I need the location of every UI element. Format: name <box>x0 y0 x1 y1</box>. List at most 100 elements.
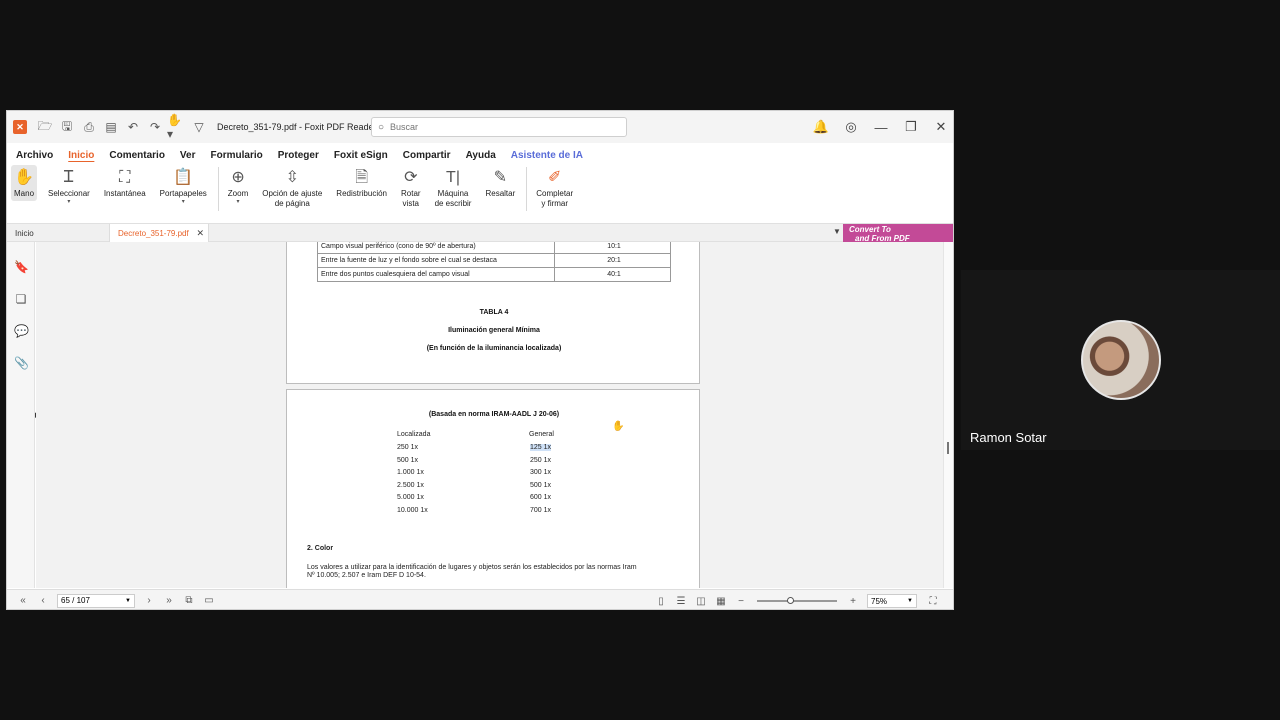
zoom-in-icon[interactable]: + <box>843 596 863 607</box>
print-icon[interactable]: ⎙ <box>79 117 99 137</box>
snapshot-icon: ⛶ <box>119 169 131 186</box>
single-page-icon[interactable]: ▯ <box>651 596 671 607</box>
minimize-icon[interactable]: — <box>867 117 895 137</box>
cell-general: 500 1x <box>530 482 552 489</box>
bookmark-icon[interactable]: 🔖 <box>14 260 29 274</box>
file-icon[interactable]: ▤ <box>101 117 121 137</box>
menu-formulario[interactable]: Formulario <box>211 150 263 161</box>
customize-dropdown-icon[interactable]: ▽ <box>189 117 209 137</box>
pdf-page: Campo visual periférico (cono de 90º de … <box>286 242 700 384</box>
account-icon[interactable]: ◎ <box>837 117 865 137</box>
zoom-slider[interactable] <box>757 597 837 604</box>
cell-general: 250 1x <box>530 457 552 464</box>
clipboard-button[interactable]: 📋 Portapapeles ▾ <box>157 165 210 207</box>
menu-asistente-ia[interactable]: Asistente de IA <box>511 150 583 161</box>
select-tool-button[interactable]: Ꮖ Seleccionar ▾ <box>45 165 93 207</box>
table-row: Campo visual periférico (cono de 90º de … <box>317 242 671 254</box>
hand-cursor-icon: ✋ <box>612 421 625 432</box>
save-icon[interactable]: 🖫 <box>57 117 77 137</box>
window-controls: 🔔 ◎ — ❐ ✕ <box>805 111 953 143</box>
tab-list-dropdown-icon[interactable]: ▼ <box>833 227 841 236</box>
search-box[interactable]: ○ <box>371 117 627 137</box>
page-fit-button[interactable]: ⇳ Opción de ajuste de página <box>259 165 325 211</box>
col-general: General <box>529 431 554 438</box>
undo-icon[interactable]: ↶ <box>123 117 143 137</box>
restore-icon[interactable]: ❐ <box>897 117 925 137</box>
menu-bar: Archivo Inicio Comentario Ver Formulario… <box>7 147 598 163</box>
reflow-button[interactable]: 🗎 Redistribución <box>333 165 390 201</box>
text-select-icon: Ꮖ <box>63 169 75 186</box>
fullscreen-icon[interactable]: ⛶ <box>923 596 943 607</box>
tabla-title: TABLA 4 <box>479 309 509 316</box>
table-row: Entre la fuente de luz y el fondo sobre … <box>317 253 671 268</box>
hand-tool-icon[interactable]: ✋▾ <box>167 113 187 141</box>
basis-note: (Basada en norma IRAM-AADL J 20-06) <box>428 411 560 418</box>
first-page-icon[interactable]: « <box>13 595 33 606</box>
zoom-icon: ⊕ <box>231 169 245 186</box>
convert-pdf-banner[interactable]: Convert To and From PDF <box>843 224 953 244</box>
cell-general: 125 1x <box>530 444 552 451</box>
participant-avatar <box>1081 320 1161 400</box>
cell-localizada: 250 1x <box>397 444 419 451</box>
menu-comentario[interactable]: Comentario <box>109 150 165 161</box>
search-icon: ○ <box>378 121 385 133</box>
pdf-page: (Basada en norma IRAM-AADL J 20-06) Loca… <box>286 389 700 588</box>
insert-page-icon[interactable]: ▭ <box>199 595 219 606</box>
notification-bell-icon[interactable]: 🔔 <box>807 117 835 137</box>
zoom-out-icon[interactable]: − <box>731 596 751 607</box>
menu-ayuda[interactable]: Ayuda <box>466 150 496 161</box>
previous-page-icon[interactable]: ‹ <box>33 595 53 606</box>
tab-decreto[interactable]: Decreto_351-79.pdf ✕ <box>109 224 209 242</box>
redo-icon[interactable]: ↷ <box>145 117 165 137</box>
document-view[interactable]: Campo visual periférico (cono de 90º de … <box>36 242 945 588</box>
facing-page-icon[interactable]: ◫ <box>691 596 711 607</box>
tab-inicio[interactable]: Inicio <box>7 224 109 242</box>
zoom-slider-knob[interactable] <box>787 597 794 604</box>
copy-page-icon[interactable]: ⧉ <box>179 595 199 606</box>
scrollbar-thumb[interactable] <box>947 442 949 454</box>
fill-sign-button[interactable]: ✐ Completar y firmar <box>533 165 576 211</box>
close-tab-icon[interactable]: ✕ <box>196 228 204 239</box>
participant-video-tile[interactable]: Ramon Sotar <box>961 270 1280 450</box>
hand-tool-button[interactable]: ✋ Mano <box>11 165 38 201</box>
pages-icon[interactable]: ❏ <box>14 292 28 306</box>
next-page-icon[interactable]: › <box>139 595 159 606</box>
highlighter-icon: ✎ <box>493 169 508 186</box>
reflow-icon: 🗎 <box>355 169 369 186</box>
page-number-input[interactable]: 65 / 107 ▼ <box>57 593 135 608</box>
typewriter-button[interactable]: T| Máquina de escribir <box>432 165 475 211</box>
continuous-page-icon[interactable]: ☰ <box>671 596 691 607</box>
search-input[interactable] <box>390 122 611 132</box>
menu-proteger[interactable]: Proteger <box>278 150 319 161</box>
attachment-icon[interactable]: 📎 <box>14 356 29 370</box>
cell-general: 700 1x <box>530 507 552 514</box>
last-page-icon[interactable]: » <box>159 595 179 606</box>
menu-inicio[interactable]: Inicio <box>68 150 94 161</box>
vertical-scrollbar[interactable] <box>943 242 953 588</box>
continuous-facing-icon[interactable]: ▦ <box>711 596 731 607</box>
menu-compartir[interactable]: Compartir <box>403 150 451 161</box>
open-folder-icon[interactable]: 🗁 <box>35 117 55 137</box>
menu-ver[interactable]: Ver <box>180 150 196 161</box>
cell-localizada: 500 1x <box>397 457 419 464</box>
view-controls: ▯ ☰ ◫ ▦ − + 75% ▼ ⛶ <box>651 590 943 609</box>
tabla-subtitle: Iluminación general Mínima <box>448 327 540 334</box>
foxit-logo-icon: ✕ <box>13 120 27 134</box>
chevron-down-icon: ▾ <box>236 199 240 205</box>
menu-foxit-esign[interactable]: Foxit eSign <box>334 150 388 161</box>
comments-icon[interactable]: 💬 <box>14 324 29 338</box>
cell-localizada: 2.500 1x <box>397 482 424 489</box>
zoom-button[interactable]: ⊕ Zoom ▾ <box>225 165 251 207</box>
title-bar: ✕ 🗁 🖫 ⎙ ▤ ↶ ↷ ✋▾ ▽ Decreto_351-79.pdf - … <box>7 111 953 143</box>
ribbon-toolbar: ✋ Mano Ꮖ Seleccionar ▾ ⛶ Instantánea 📋 P… <box>7 165 953 215</box>
window-title: Decreto_351-79.pdf - Foxit PDF Reader <box>217 122 377 132</box>
cell-localizada: 10.000 1x <box>397 507 428 514</box>
rotate-view-button[interactable]: ⟳ Rotar vista <box>398 165 424 211</box>
close-icon[interactable]: ✕ <box>927 117 953 137</box>
zoom-level-select[interactable]: 75% ▼ <box>867 594 917 608</box>
snapshot-button[interactable]: ⛶ Instantánea <box>101 165 149 201</box>
menu-archivo[interactable]: Archivo <box>16 150 53 161</box>
highlight-button[interactable]: ✎ Resaltar <box>482 165 518 201</box>
chevron-down-icon: ▼ <box>125 597 131 604</box>
tabla-note: (En función de la iluminancia localizada… <box>426 345 562 352</box>
